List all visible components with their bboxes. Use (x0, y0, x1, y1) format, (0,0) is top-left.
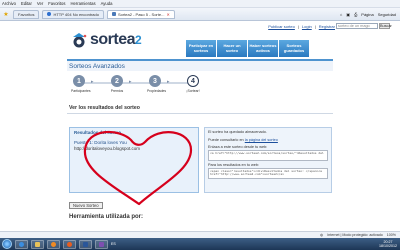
nav-participar[interactable]: Participar en sorteos (186, 40, 216, 57)
step-label: Premios (110, 89, 124, 93)
taskbar-word[interactable] (79, 239, 92, 249)
logo-suffix: 2 (135, 33, 142, 47)
globe-icon: ◍ (320, 233, 324, 237)
tools-heading: Herramienta utilizada por: (69, 214, 144, 220)
menu-editar[interactable]: Editar (21, 1, 32, 6)
close-tab-icon[interactable]: ✕ (166, 12, 169, 17)
ie-page-icon (47, 12, 52, 16)
favorites-star-icon[interactable]: ★ (2, 10, 10, 18)
menu-herramientas[interactable]: Herramientas (70, 1, 95, 6)
tab-favorites[interactable]: Favoritos (13, 9, 40, 19)
word-icon (83, 241, 88, 247)
logo-hat-icon (70, 32, 88, 48)
browser-menu-bar: Archivo Editar Ver Favoritos Herramienta… (0, 0, 400, 8)
step-3[interactable]: 3 Propiedades (147, 75, 167, 93)
separator: | (314, 24, 316, 29)
main-nav: Participar en sorteos Hacer un sorteo Ha… (186, 40, 309, 57)
view-prefix: Puede consultarlo en (208, 137, 245, 142)
ie-icon (19, 241, 24, 247)
zoom-level[interactable]: 100% (387, 233, 396, 237)
new-sorteo-button[interactable]: Nuevo Sorteo (69, 202, 103, 209)
search-button[interactable]: Buscar (379, 23, 392, 29)
login-links: Publicar sorteo | Login | Registrar (268, 24, 335, 29)
forum-code-field[interactable]: <span class="resultados"><div>Resultados… (208, 168, 328, 180)
step-label: Participantes (71, 89, 91, 93)
page-title: Sorteos Avanzados (67, 59, 333, 71)
menu-favoritos[interactable]: Favoritos (48, 1, 65, 6)
arrow-right-icon: ▸ (129, 79, 132, 85)
logo-word: sortea (90, 31, 136, 48)
zone-status: Internet | Modo protegido: activado (327, 233, 383, 237)
divider (67, 113, 333, 114)
site-header: Publicar sorteo | Login | Registrar sort… (0, 21, 400, 57)
page-menu[interactable]: Página (361, 12, 373, 17)
tab-label: Favoritos (18, 11, 35, 17)
system-clock[interactable]: 20:27 18/10/2012 (379, 240, 400, 248)
menu-ayuda[interactable]: Ayuda (101, 1, 113, 6)
taskbar-explorer[interactable] (31, 239, 44, 249)
stored-message: El sorteo ha quedado almacenado. (208, 130, 267, 134)
menu-archivo[interactable]: Archivo (2, 1, 16, 6)
main-content: Sorteos Avanzados 1 Participantes ▸ 2 Pr… (67, 59, 333, 230)
security-menu[interactable]: Seguridad (378, 12, 396, 17)
folder-icon (35, 241, 40, 247)
step-label: Propiedades (147, 89, 167, 93)
taskbar-app[interactable] (95, 239, 108, 249)
embed-code-field[interactable]: <a href="http://www.sortea2.com/sorteos/… (208, 150, 328, 162)
firefox-icon (67, 241, 72, 247)
link-label: Enlaza a este sorteo desde tu web: (208, 145, 268, 150)
step-number: 2 (111, 75, 123, 87)
logo-text: sortea2 (90, 31, 142, 49)
taskbar-media[interactable] (47, 239, 60, 249)
nav-hacer-sorteo[interactable]: Hacer un sorteo (217, 40, 247, 57)
nav-sorteos-guardados[interactable]: Sorteos guardados (279, 40, 309, 57)
step-number: 4 (187, 75, 199, 87)
windows-taskbar: ES 20:27 18/10/2012 (0, 238, 400, 250)
language-indicator[interactable]: ES (111, 242, 116, 246)
taskbar-firefox[interactable] (63, 239, 76, 249)
step-label: ¡Sortear! (186, 89, 200, 93)
view-line: Puede consultarlo en la página del sorte… (208, 138, 328, 143)
media-player-icon (51, 241, 56, 247)
section-title: Ver los resultados del sorteo (69, 105, 140, 111)
arrow-right-icon: ▸ (91, 79, 94, 85)
tab-label: Sortea2 - Paso 5 - Sorte... (117, 11, 165, 17)
step-1[interactable]: 1 Participantes (71, 75, 91, 93)
step-2[interactable]: 2 Premios (109, 75, 125, 93)
menu-ver[interactable]: Ver (37, 1, 43, 6)
register-link[interactable]: Registrar (319, 24, 335, 29)
browser-tab-bar: ★ Favoritos HTTP 404 No encontrado Sorte… (0, 8, 400, 21)
clock-date: 18/10/2012 (379, 244, 397, 248)
nav-sorteos-activos[interactable]: Haber sorteos activos (248, 40, 278, 57)
hand-drawn-heart-icon (83, 130, 193, 206)
tab-sortea2[interactable]: Sortea2 - Paso 5 - Sorte... ✕ (106, 9, 175, 19)
tab-404[interactable]: HTTP 404 No encontrado (42, 9, 104, 19)
sortea2-page-icon (111, 12, 116, 16)
forum-label: Para los resultados en tu web: (208, 163, 260, 168)
step-number: 3 (149, 75, 161, 87)
arrow-right-icon: ▸ (167, 79, 170, 85)
sorteo-page-link[interactable]: la página del sorteo (245, 138, 278, 142)
start-button[interactable] (2, 239, 12, 249)
search-input[interactable]: sorteo de un mago (336, 23, 378, 29)
taskbar-ie[interactable] (15, 239, 28, 249)
login-link[interactable]: Login (302, 24, 312, 29)
step-number: 1 (73, 75, 85, 87)
tab-label: HTTP 404 No encontrado (53, 11, 99, 17)
print-icon[interactable]: ⎙ (354, 12, 357, 17)
site-logo[interactable]: sortea2 (70, 31, 142, 49)
step-4: 4 ¡Sortear! (185, 75, 201, 93)
separator: | (297, 24, 299, 29)
publish-link[interactable]: Publicar sorteo (268, 24, 295, 29)
browser-status-bar: ◍ Internet | Modo protegido: activado 10… (0, 231, 400, 238)
browser-tools: ⌂ ▣ ⎙ Página Seguridad (340, 12, 400, 17)
feeds-icon[interactable]: ▣ (346, 12, 350, 17)
steps-connector (78, 82, 196, 84)
info-panel: El sorteo ha quedado almacenado. Puede c… (204, 127, 332, 193)
wizard-steps: 1 Participantes ▸ 2 Premios ▸ 3 Propieda… (67, 73, 333, 99)
app-icon (99, 241, 104, 247)
home-icon[interactable]: ⌂ (340, 12, 342, 17)
